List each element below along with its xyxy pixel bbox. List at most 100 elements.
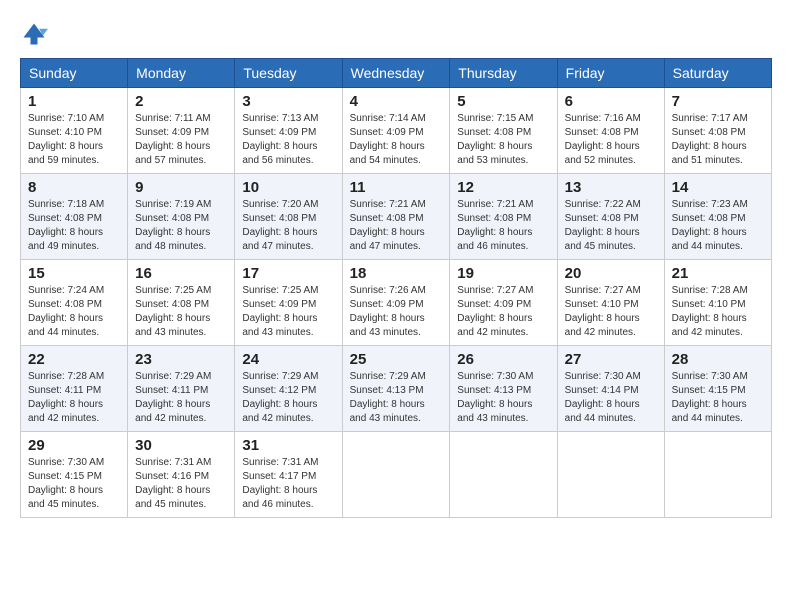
calendar-cell bbox=[450, 432, 557, 518]
day-number: 8 bbox=[28, 179, 120, 196]
day-info: Sunrise: 7:15 AMSunset: 4:08 PMDaylight:… bbox=[457, 112, 549, 168]
calendar: SundayMondayTuesdayWednesdayThursdayFrid… bbox=[20, 58, 772, 518]
day-info: Sunrise: 7:17 AMSunset: 4:08 PMDaylight:… bbox=[672, 112, 764, 168]
day-number: 3 bbox=[242, 93, 334, 110]
day-info: Sunrise: 7:25 AMSunset: 4:09 PMDaylight:… bbox=[242, 284, 334, 340]
day-number: 28 bbox=[672, 351, 764, 368]
day-info: Sunrise: 7:20 AMSunset: 4:08 PMDaylight:… bbox=[242, 198, 334, 254]
day-info: Sunrise: 7:21 AMSunset: 4:08 PMDaylight:… bbox=[457, 198, 549, 254]
calendar-cell: 9 Sunrise: 7:19 AMSunset: 4:08 PMDaylight… bbox=[128, 174, 235, 260]
day-info: Sunrise: 7:18 AMSunset: 4:08 PMDaylight:… bbox=[28, 198, 120, 254]
calendar-cell: 7 Sunrise: 7:17 AMSunset: 4:08 PMDaylight… bbox=[664, 88, 771, 174]
calendar-cell: 17 Sunrise: 7:25 AMSunset: 4:09 PMDayligh… bbox=[235, 260, 342, 346]
calendar-cell: 30Sunrise: 7:31 AMSunset: 4:16 PMDayligh… bbox=[128, 432, 235, 518]
calendar-header-row: SundayMondayTuesdayWednesdayThursdayFrid… bbox=[21, 59, 772, 88]
day-info: Sunrise: 7:22 AMSunset: 4:08 PMDaylight:… bbox=[565, 198, 657, 254]
calendar-cell: 2 Sunrise: 7:11 AMSunset: 4:09 PMDaylight… bbox=[128, 88, 235, 174]
day-info: Sunrise: 7:29 AMSunset: 4:11 PMDaylight:… bbox=[135, 370, 227, 426]
day-info: Sunrise: 7:30 AMSunset: 4:15 PMDaylight:… bbox=[672, 370, 764, 426]
header-thursday: Thursday bbox=[450, 59, 557, 88]
day-number: 31 bbox=[242, 437, 334, 454]
week-row-5: 29 Sunrise: 7:30 AMSunset: 4:15 PMDayligh… bbox=[21, 432, 772, 518]
day-info: Sunrise: 7:30 AMSunset: 4:13 PMDaylight:… bbox=[457, 370, 549, 426]
calendar-cell: 22 Sunrise: 7:28 AMSunset: 4:11 PMDayligh… bbox=[21, 346, 128, 432]
day-number: 14 bbox=[672, 179, 764, 196]
day-info: Sunrise: 7:23 AMSunset: 4:08 PMDaylight:… bbox=[672, 198, 764, 254]
calendar-cell: 18 Sunrise: 7:26 AMSunset: 4:09 PMDayligh… bbox=[342, 260, 450, 346]
day-number: 1 bbox=[28, 93, 120, 110]
calendar-cell bbox=[342, 432, 450, 518]
day-number: 9 bbox=[135, 179, 227, 196]
day-number: 25 bbox=[350, 351, 443, 368]
day-number: 7 bbox=[672, 93, 764, 110]
day-info: Sunrise: 7:30 AMSunset: 4:15 PMDaylight:… bbox=[28, 456, 120, 512]
week-row-3: 15Sunrise: 7:24 AMSunset: 4:08 PMDayligh… bbox=[21, 260, 772, 346]
day-info: Sunrise: 7:27 AMSunset: 4:09 PMDaylight:… bbox=[457, 284, 549, 340]
day-info: Sunrise: 7:24 AMSunset: 4:08 PMDaylight:… bbox=[28, 284, 120, 340]
day-number: 27 bbox=[565, 351, 657, 368]
logo bbox=[20, 20, 52, 48]
header-tuesday: Tuesday bbox=[235, 59, 342, 88]
calendar-cell: 31 Sunrise: 7:31 AMSunset: 4:17 PMDayligh… bbox=[235, 432, 342, 518]
day-info: Sunrise: 7:14 AMSunset: 4:09 PMDaylight:… bbox=[350, 112, 443, 168]
day-number: 29 bbox=[28, 437, 120, 454]
calendar-cell: 10 Sunrise: 7:20 AMSunset: 4:08 PMDayligh… bbox=[235, 174, 342, 260]
calendar-cell: 11Sunrise: 7:21 AMSunset: 4:08 PMDayligh… bbox=[342, 174, 450, 260]
day-info: Sunrise: 7:28 AMSunset: 4:11 PMDaylight:… bbox=[28, 370, 120, 426]
day-info: Sunrise: 7:19 AMSunset: 4:08 PMDaylight:… bbox=[135, 198, 227, 254]
day-info: Sunrise: 7:21 AMSunset: 4:08 PMDaylight:… bbox=[350, 198, 443, 254]
calendar-cell: 25 Sunrise: 7:29 AMSunset: 4:13 PMDayligh… bbox=[342, 346, 450, 432]
day-number: 24 bbox=[242, 351, 334, 368]
calendar-cell: 27 Sunrise: 7:30 AMSunset: 4:14 PMDayligh… bbox=[557, 346, 664, 432]
calendar-cell: 5Sunrise: 7:15 AMSunset: 4:08 PMDaylight… bbox=[450, 88, 557, 174]
calendar-cell: 15Sunrise: 7:24 AMSunset: 4:08 PMDayligh… bbox=[21, 260, 128, 346]
calendar-cell bbox=[557, 432, 664, 518]
day-number: 21 bbox=[672, 265, 764, 282]
logo-icon bbox=[20, 20, 48, 48]
day-number: 13 bbox=[565, 179, 657, 196]
calendar-cell: 14 Sunrise: 7:23 AMSunset: 4:08 PMDayligh… bbox=[664, 174, 771, 260]
day-info: Sunrise: 7:31 AMSunset: 4:17 PMDaylight:… bbox=[242, 456, 334, 512]
day-number: 19 bbox=[457, 265, 549, 282]
day-number: 10 bbox=[242, 179, 334, 196]
week-row-2: 8 Sunrise: 7:18 AMSunset: 4:08 PMDaylight… bbox=[21, 174, 772, 260]
day-number: 12 bbox=[457, 179, 549, 196]
day-number: 6 bbox=[565, 93, 657, 110]
day-info: Sunrise: 7:11 AMSunset: 4:09 PMDaylight:… bbox=[135, 112, 227, 168]
day-info: Sunrise: 7:13 AMSunset: 4:09 PMDaylight:… bbox=[242, 112, 334, 168]
day-info: Sunrise: 7:25 AMSunset: 4:08 PMDaylight:… bbox=[135, 284, 227, 340]
calendar-cell: 19 Sunrise: 7:27 AMSunset: 4:09 PMDayligh… bbox=[450, 260, 557, 346]
day-info: Sunrise: 7:30 AMSunset: 4:14 PMDaylight:… bbox=[565, 370, 657, 426]
day-number: 2 bbox=[135, 93, 227, 110]
day-info: Sunrise: 7:27 AMSunset: 4:10 PMDaylight:… bbox=[565, 284, 657, 340]
page-header bbox=[20, 20, 772, 48]
calendar-cell: 16 Sunrise: 7:25 AMSunset: 4:08 PMDayligh… bbox=[128, 260, 235, 346]
calendar-cell bbox=[664, 432, 771, 518]
header-monday: Monday bbox=[128, 59, 235, 88]
day-number: 22 bbox=[28, 351, 120, 368]
day-info: Sunrise: 7:16 AMSunset: 4:08 PMDaylight:… bbox=[565, 112, 657, 168]
day-info: Sunrise: 7:26 AMSunset: 4:09 PMDaylight:… bbox=[350, 284, 443, 340]
week-row-1: 1 Sunrise: 7:10 AMSunset: 4:10 PMDaylight… bbox=[21, 88, 772, 174]
day-number: 4 bbox=[350, 93, 443, 110]
calendar-cell: 28 Sunrise: 7:30 AMSunset: 4:15 PMDayligh… bbox=[664, 346, 771, 432]
calendar-cell: 6 Sunrise: 7:16 AMSunset: 4:08 PMDaylight… bbox=[557, 88, 664, 174]
header-sunday: Sunday bbox=[21, 59, 128, 88]
week-row-4: 22 Sunrise: 7:28 AMSunset: 4:11 PMDayligh… bbox=[21, 346, 772, 432]
day-number: 20 bbox=[565, 265, 657, 282]
day-number: 17 bbox=[242, 265, 334, 282]
calendar-cell: 20 Sunrise: 7:27 AMSunset: 4:10 PMDayligh… bbox=[557, 260, 664, 346]
day-number: 18 bbox=[350, 265, 443, 282]
day-number: 23 bbox=[135, 351, 227, 368]
day-number: 30 bbox=[135, 437, 227, 454]
calendar-cell: 23 Sunrise: 7:29 AMSunset: 4:11 PMDayligh… bbox=[128, 346, 235, 432]
day-number: 16 bbox=[135, 265, 227, 282]
day-info: Sunrise: 7:10 AMSunset: 4:10 PMDaylight:… bbox=[28, 112, 120, 168]
day-info: Sunrise: 7:29 AMSunset: 4:13 PMDaylight:… bbox=[350, 370, 443, 426]
calendar-cell: 13 Sunrise: 7:22 AMSunset: 4:08 PMDayligh… bbox=[557, 174, 664, 260]
day-info: Sunrise: 7:29 AMSunset: 4:12 PMDaylight:… bbox=[242, 370, 334, 426]
calendar-cell: 8 Sunrise: 7:18 AMSunset: 4:08 PMDaylight… bbox=[21, 174, 128, 260]
calendar-cell: 26Sunrise: 7:30 AMSunset: 4:13 PMDayligh… bbox=[450, 346, 557, 432]
header-wednesday: Wednesday bbox=[342, 59, 450, 88]
calendar-cell: 3 Sunrise: 7:13 AMSunset: 4:09 PMDaylight… bbox=[235, 88, 342, 174]
